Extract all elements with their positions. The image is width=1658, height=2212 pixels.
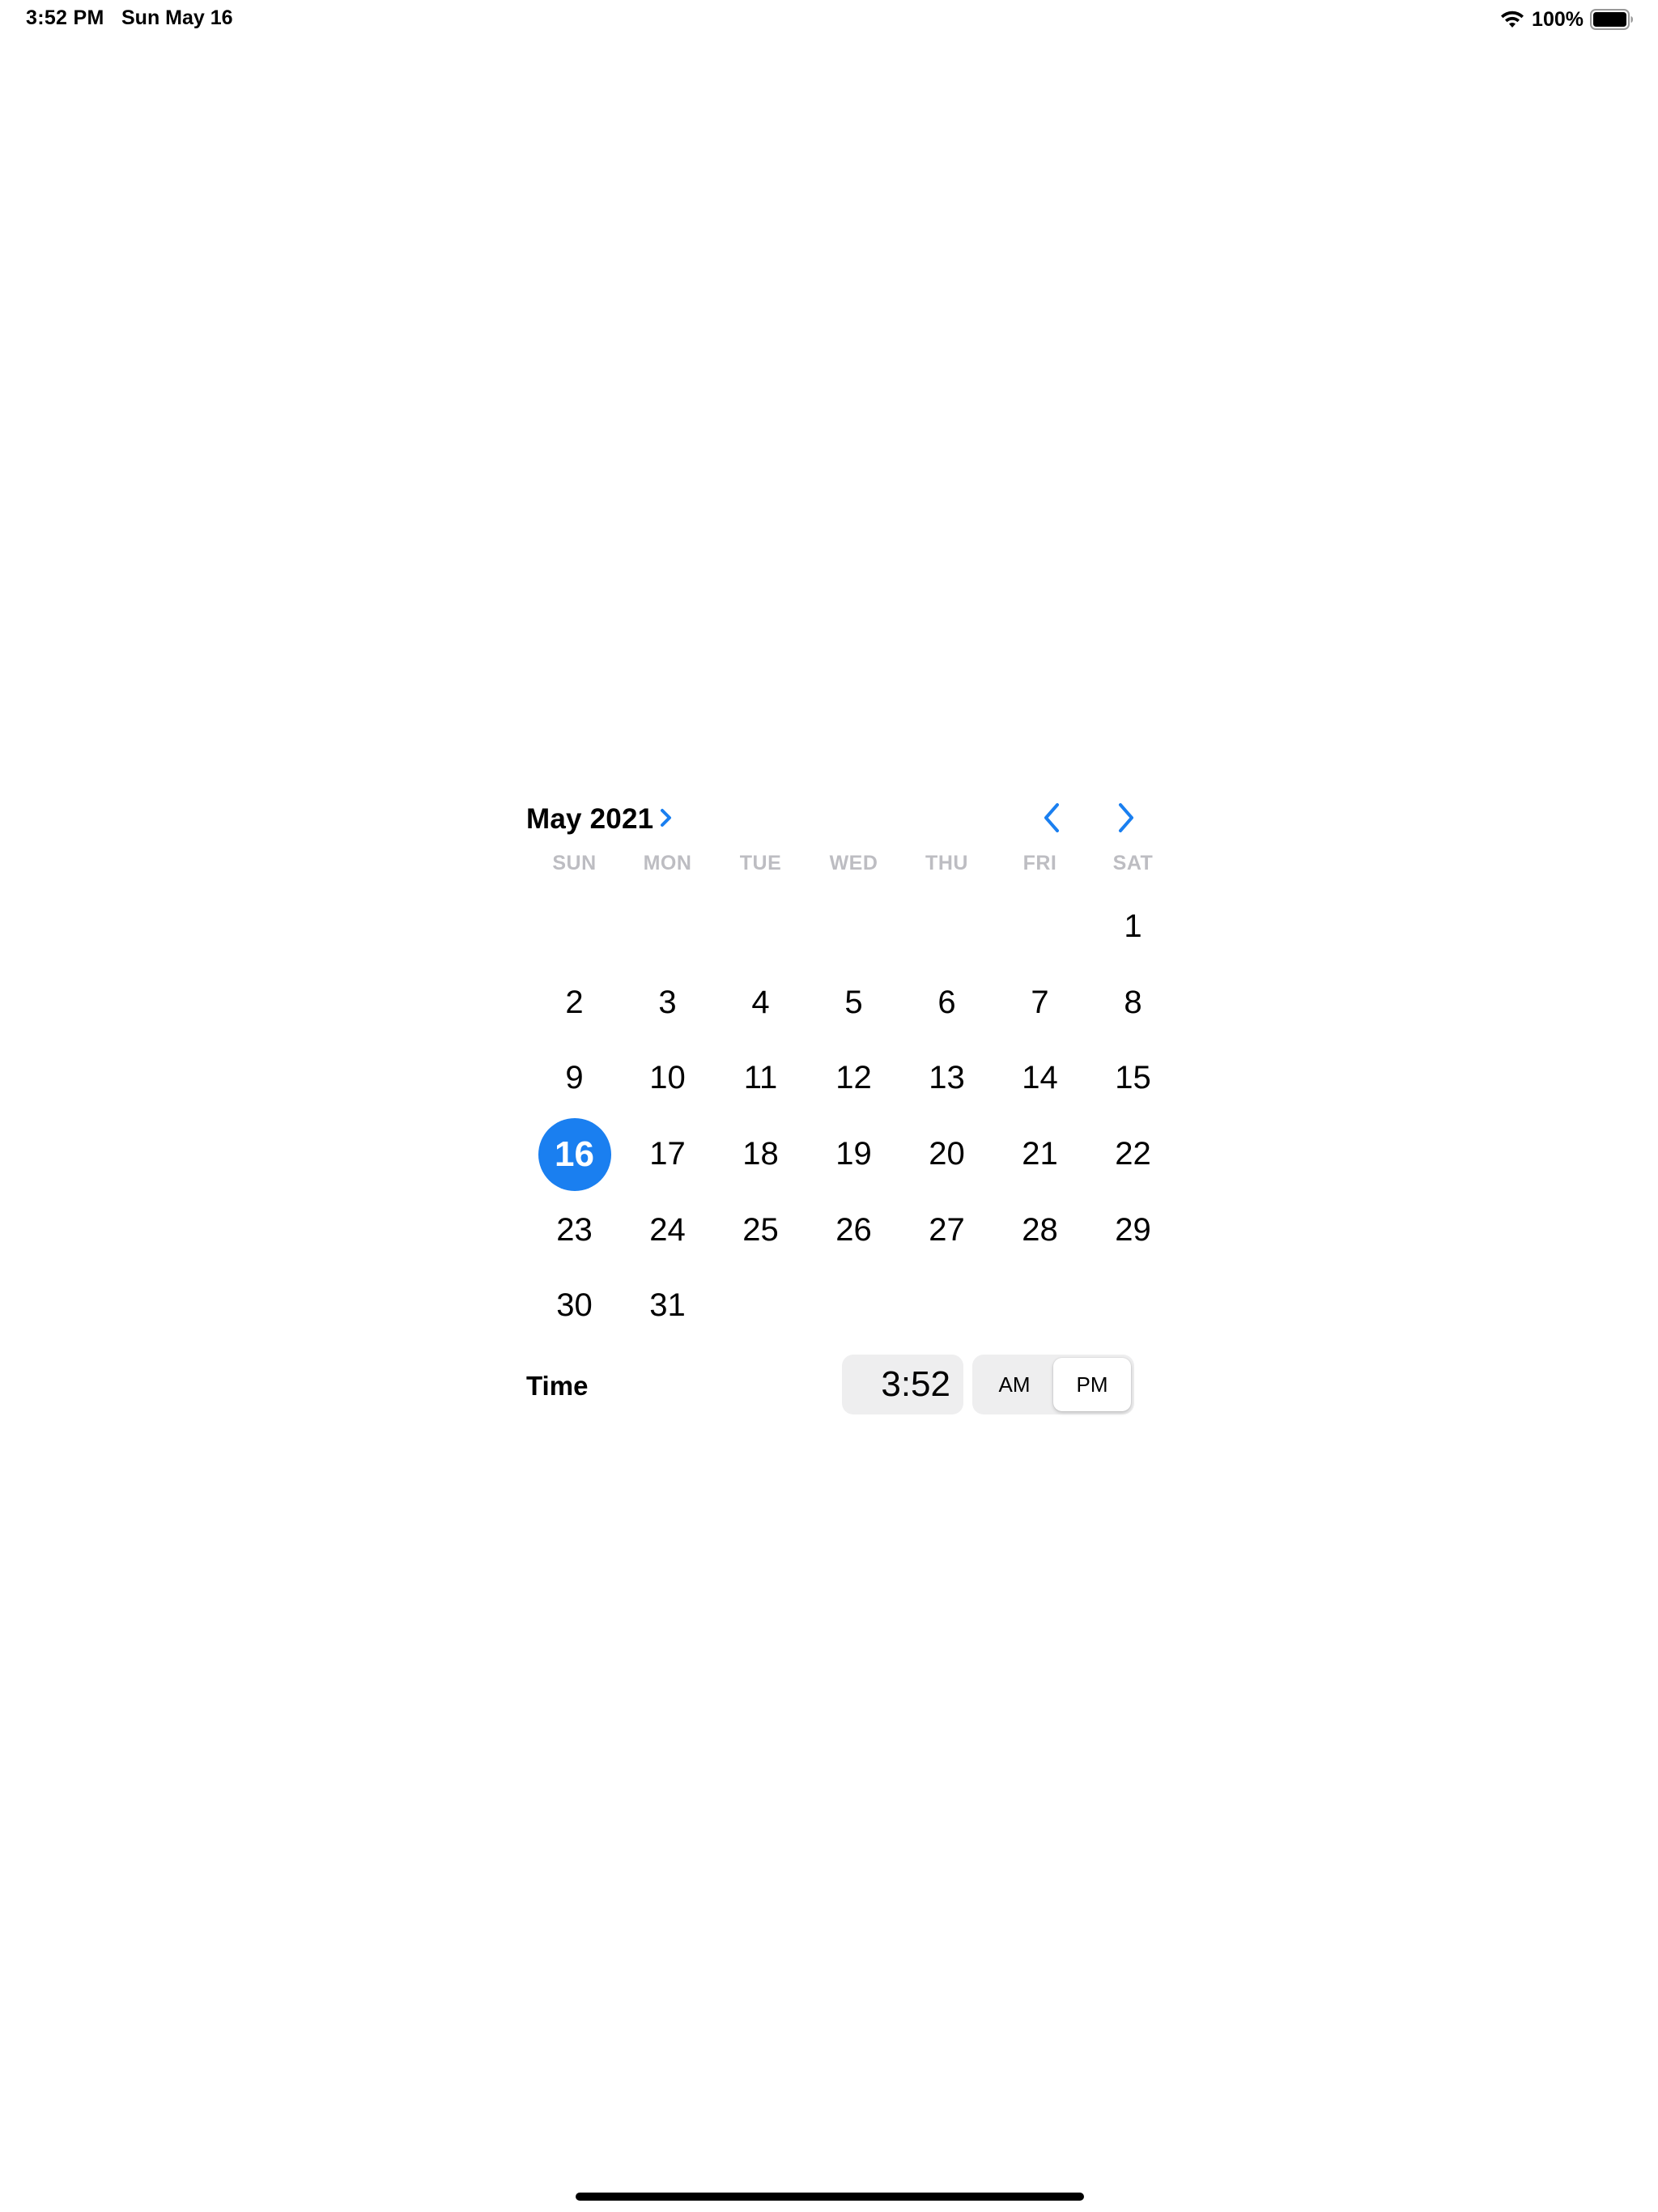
day-cell[interactable]: 21 <box>993 1117 1086 1193</box>
home-indicator <box>576 2193 1084 2201</box>
day-number: 18 <box>742 1136 779 1172</box>
day-cell[interactable]: 31 <box>621 1268 714 1344</box>
weekday-label: TUE <box>739 852 782 874</box>
am-segment[interactable]: AM <box>976 1358 1053 1411</box>
calendar-day-grid: 1 2 3 4 5 6 7 8 9 10 11 12 13 14 15 16 17 18 19 20 21 22 23 24 2… <box>510 889 1167 1344</box>
day-number: 8 <box>1124 984 1142 1020</box>
day-number: 27 <box>929 1211 965 1248</box>
day-number: 19 <box>835 1136 872 1172</box>
day-cell[interactable]: 25 <box>714 1192 807 1268</box>
day-cell[interactable]: 2 <box>528 965 621 1041</box>
day-number: 21 <box>1022 1136 1058 1172</box>
status-indicators: 100% <box>1499 6 1634 32</box>
day-number: 26 <box>835 1211 872 1248</box>
day-cell[interactable]: 27 <box>900 1192 993 1268</box>
day-cell[interactable]: 1 <box>1086 889 1180 965</box>
day-number: 28 <box>1022 1211 1058 1248</box>
day-cell[interactable]: 26 <box>807 1192 900 1268</box>
day-number: 31 <box>649 1287 686 1324</box>
previous-month-button[interactable] <box>1028 793 1077 842</box>
chevron-right-icon[interactable] <box>657 803 675 832</box>
day-number: 10 <box>649 1060 686 1096</box>
battery-percent: 100% <box>1532 7 1584 31</box>
day-number: 20 <box>929 1136 965 1172</box>
weekday-label: THU <box>925 852 968 874</box>
day-number: 12 <box>835 1060 872 1096</box>
day-number: 25 <box>742 1211 779 1248</box>
status-date: Sun May 16 <box>121 6 233 29</box>
am-pm-segmented-control: AM PM <box>972 1355 1134 1414</box>
day-cell[interactable]: 15 <box>1086 1040 1180 1117</box>
battery-icon <box>1590 9 1633 30</box>
next-month-button[interactable] <box>1101 793 1150 842</box>
wifi-icon <box>1501 11 1524 28</box>
day-cell[interactable]: 6 <box>900 965 993 1041</box>
day-number: 7 <box>1031 984 1049 1020</box>
day-cell[interactable]: 29 <box>1086 1192 1180 1268</box>
day-cell[interactable]: 7 <box>993 965 1086 1041</box>
day-cell[interactable]: 30 <box>528 1268 621 1344</box>
empty-day-cell <box>993 889 1086 965</box>
day-cell[interactable]: 17 <box>621 1117 714 1193</box>
day-cell[interactable]: 11 <box>714 1040 807 1117</box>
day-number: 4 <box>751 984 770 1020</box>
day-cell[interactable]: 10 <box>621 1040 714 1117</box>
day-cell[interactable]: 18 <box>714 1117 807 1193</box>
day-number: 13 <box>929 1060 965 1096</box>
day-number: 14 <box>1022 1060 1058 1096</box>
time-label: Time <box>526 1371 589 1401</box>
day-number: 29 <box>1115 1211 1151 1248</box>
day-cell[interactable]: 20 <box>900 1117 993 1193</box>
weekday-label: MON <box>643 852 692 874</box>
weekday-label: FRI <box>1022 852 1057 874</box>
weekday-label: SUN <box>552 852 597 874</box>
empty-day-cell <box>528 889 621 965</box>
calendar-header: May 2021 <box>510 793 1150 842</box>
day-cell[interactable]: 23 <box>528 1192 621 1268</box>
day-number: 6 <box>937 984 956 1020</box>
day-cell[interactable]: 9 <box>528 1040 621 1117</box>
weekday-label: SAT <box>1112 852 1154 874</box>
chevron-right-icon <box>1119 803 1133 832</box>
day-number: 17 <box>649 1136 686 1172</box>
pm-segment[interactable]: PM <box>1053 1358 1131 1411</box>
day-cell[interactable]: 22 <box>1086 1117 1180 1193</box>
day-cell[interactable]: 12 <box>807 1040 900 1117</box>
day-cell[interactable]: 3 <box>621 965 714 1041</box>
day-number: 15 <box>1115 1060 1151 1096</box>
empty-day-cell <box>807 889 900 965</box>
month-year-button[interactable]: May 2021 <box>526 803 653 836</box>
status-time: 3:52 PM <box>26 6 104 29</box>
day-cell[interactable]: 24 <box>621 1192 714 1268</box>
weekday-header-row: SUN MON TUE WED THU FRI SAT <box>510 852 1167 881</box>
day-cell[interactable]: 28 <box>993 1192 1086 1268</box>
day-number: 5 <box>844 984 863 1020</box>
day-cell[interactable]: 13 <box>900 1040 993 1117</box>
day-number: 22 <box>1115 1136 1151 1172</box>
day-number: 11 <box>743 1060 778 1096</box>
day-cell[interactable]: 4 <box>714 965 807 1041</box>
day-number: 30 <box>556 1287 593 1324</box>
day-number: 24 <box>649 1211 686 1248</box>
chevron-left-icon <box>1044 803 1059 832</box>
day-number: 9 <box>565 1060 584 1096</box>
day-cell[interactable]: 5 <box>807 965 900 1041</box>
day-number: 23 <box>556 1211 593 1248</box>
selected-day-cell[interactable]: 16 <box>528 1117 621 1193</box>
day-number: 3 <box>658 984 677 1020</box>
day-number: 1 <box>1124 908 1142 945</box>
empty-day-cell <box>900 889 993 965</box>
time-input[interactable]: 3:52 <box>842 1355 963 1414</box>
day-number: 2 <box>565 984 584 1020</box>
status-bar: 3:52 PM Sun May 16 100% <box>0 0 1658 39</box>
empty-day-cell <box>621 889 714 965</box>
weekday-label: WED <box>829 852 878 874</box>
time-row: Time 3:52 AM PM <box>510 1355 1150 1416</box>
day-number: 16 <box>538 1117 611 1191</box>
day-cell[interactable]: 14 <box>993 1040 1086 1117</box>
day-cell[interactable]: 8 <box>1086 965 1180 1041</box>
day-cell[interactable]: 19 <box>807 1117 900 1193</box>
empty-day-cell <box>714 889 807 965</box>
